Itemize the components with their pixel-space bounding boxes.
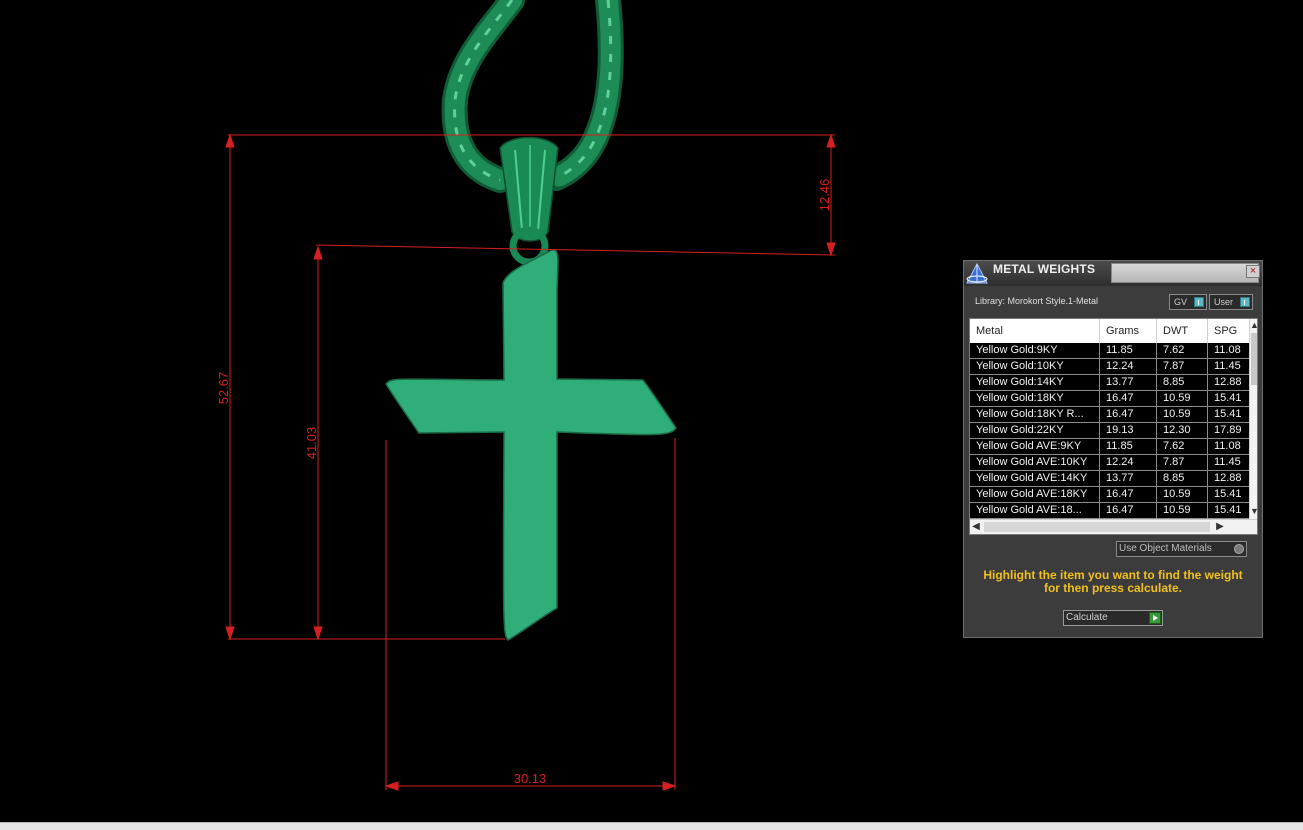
spg-cell: 15.41: [1214, 488, 1242, 500]
grams-cell: 12.24: [1100, 455, 1157, 470]
metal-cell: Yellow Gold AVE:9KY: [970, 439, 1100, 454]
table-header: Metal Grams DWT SPG: [970, 319, 1257, 343]
metal-cell: Yellow Gold:22KY: [970, 423, 1100, 438]
use-object-materials-label: Use Object Materials: [1119, 543, 1212, 554]
spg-cell: 11.45: [1214, 456, 1241, 468]
column-header-metal[interactable]: Metal: [970, 319, 1100, 343]
table-row[interactable]: Yellow Gold AVE:14KY 13.77 8.85 12.88: [970, 471, 1249, 487]
vertical-scroll-thumb[interactable]: [1251, 333, 1257, 385]
toggle-knob-icon: [1240, 297, 1250, 307]
table-row[interactable]: Yellow Gold:18KY R... 16.47 10.59 15.41: [970, 407, 1249, 423]
spg-cell: 15.41: [1214, 504, 1242, 516]
gv-toggle-label: GV: [1174, 297, 1188, 307]
horizontal-scrollbar[interactable]: ◀ ▶: [970, 519, 1257, 534]
metal-cell: Yellow Gold AVE:10KY: [970, 455, 1100, 470]
grams-cell: 12.24: [1100, 359, 1157, 374]
table-body: Yellow Gold:9KY 11.85 7.62 11.08 Yellow Gold…: [970, 343, 1249, 519]
bail: [499, 136, 559, 266]
metal-cell: Yellow Gold:9KY: [970, 343, 1100, 358]
dwt-cell: 12.30: [1157, 423, 1208, 438]
dwt-cell: 10.59: [1157, 391, 1208, 406]
dwt-cell: 8.85: [1157, 471, 1208, 486]
toggle-knob-icon: [1194, 297, 1204, 307]
spg-cell: 17.89: [1214, 424, 1242, 436]
user-toggle-label: User: [1214, 297, 1234, 307]
table-row[interactable]: Yellow Gold:14KY 13.77 8.85 12.88: [970, 375, 1249, 391]
metal-cell: Yellow Gold:18KY R...: [970, 407, 1100, 422]
dwt-cell: 10.59: [1157, 487, 1208, 502]
grams-cell: 16.47: [1100, 391, 1157, 406]
table-row[interactable]: Yellow Gold:10KY 12.24 7.87 11.45: [970, 359, 1249, 375]
dim-label-bail-height: 12.46: [817, 179, 832, 212]
table-row[interactable]: Yellow Gold:22KY 19.13 12.30 17.89: [970, 423, 1249, 439]
pendant-scene: 52.67 41.03 12.46 30.13: [216, 0, 836, 791]
grams-cell: 19.13: [1100, 423, 1157, 438]
spg-cell: 15.41: [1214, 392, 1242, 404]
dwt-cell: 7.62: [1157, 439, 1208, 454]
table-row[interactable]: Yellow Gold:9KY 11.85 7.62 11.08: [970, 343, 1249, 359]
calculate-button[interactable]: Calculate: [1063, 610, 1163, 626]
dim-label-cross-height: 41.03: [304, 427, 319, 460]
dwt-cell: 8.85: [1157, 375, 1208, 390]
dwt-cell: 7.87: [1157, 359, 1208, 374]
spg-cell: 12.88: [1214, 376, 1242, 388]
metal-table: Metal Grams DWT SPG Yellow Gold:9KY 11.85…: [969, 318, 1258, 535]
matrix-logo-icon: [966, 262, 988, 284]
dwt-cell: 10.59: [1157, 503, 1208, 518]
scroll-right-icon[interactable]: ▶: [1214, 520, 1226, 534]
dim-label-width: 30.13: [514, 771, 547, 786]
dwt-cell: 7.62: [1157, 343, 1208, 358]
spg-cell: 15.41: [1214, 408, 1242, 420]
dwt-cell: 10.59: [1157, 407, 1208, 422]
spg-cell: 11.08: [1214, 344, 1241, 356]
play-icon: [1149, 612, 1161, 624]
grams-cell: 16.47: [1100, 503, 1157, 518]
table-row[interactable]: Yellow Gold AVE:10KY 12.24 7.87 11.45: [970, 455, 1249, 471]
table-row[interactable]: Yellow Gold AVE:18... 16.47 10.59 15.41: [970, 503, 1249, 519]
spg-cell: 11.45: [1214, 360, 1241, 372]
spg-cell: 11.08: [1214, 440, 1241, 452]
scroll-left-icon[interactable]: ◀: [970, 520, 982, 534]
titlebar-drag-area[interactable]: [1111, 263, 1259, 283]
panel-titlebar[interactable]: METAL WEIGHTS ×: [964, 261, 1262, 286]
table-row[interactable]: Yellow Gold AVE:9KY 11.85 7.62 11.08: [970, 439, 1249, 455]
grams-cell: 11.85: [1100, 343, 1157, 358]
table-row[interactable]: Yellow Gold:18KY 16.47 10.59 15.41: [970, 391, 1249, 407]
column-header-dwt[interactable]: DWT: [1157, 319, 1208, 343]
table-row[interactable]: Yellow Gold AVE:18KY 16.47 10.59 15.41: [970, 487, 1249, 503]
metal-cell: Yellow Gold:18KY: [970, 391, 1100, 406]
instruction-text: Highlight the item you want to find the …: [983, 568, 1243, 595]
metal-cell: Yellow Gold:10KY: [970, 359, 1100, 374]
horizontal-scroll-thumb[interactable]: [984, 522, 1210, 532]
grams-cell: 13.77: [1100, 375, 1157, 390]
calculate-label: Calculate: [1066, 612, 1108, 623]
column-header-spg[interactable]: SPG: [1208, 319, 1249, 343]
spg-cell: 12.88: [1214, 472, 1242, 484]
close-button[interactable]: ×: [1246, 265, 1260, 278]
use-object-materials-toggle[interactable]: Use Object Materials: [1116, 541, 1247, 557]
metal-cell: Yellow Gold AVE:14KY: [970, 471, 1100, 486]
metal-cell: Yellow Gold:14KY: [970, 375, 1100, 390]
column-header-grams[interactable]: Grams: [1100, 319, 1157, 343]
metal-weights-panel: METAL WEIGHTS × Library: Morokort Style.…: [963, 260, 1263, 638]
close-icon: ×: [1249, 265, 1257, 277]
metal-cell: Yellow Gold AVE:18...: [970, 503, 1100, 518]
dwt-cell: 7.87: [1157, 455, 1208, 470]
dim-label-total-height: 52.67: [216, 372, 231, 405]
cross-pendant: [385, 249, 677, 641]
library-label: Library: Morokort Style.1-Metal: [975, 296, 1099, 306]
radio-icon: [1234, 544, 1244, 554]
scroll-up-icon[interactable]: ▲: [1250, 319, 1257, 331]
grams-cell: 11.85: [1100, 439, 1157, 454]
vertical-scrollbar[interactable]: ▲ ▼: [1249, 319, 1257, 519]
scroll-down-icon[interactable]: ▼: [1250, 505, 1257, 517]
grams-cell: 16.47: [1100, 487, 1157, 502]
grams-cell: 16.47: [1100, 407, 1157, 422]
user-toggle[interactable]: User: [1209, 294, 1253, 310]
grams-cell: 13.77: [1100, 471, 1157, 486]
metal-cell: Yellow Gold AVE:18KY: [970, 487, 1100, 502]
panel-title: METAL WEIGHTS: [993, 262, 1096, 276]
gv-toggle[interactable]: GV: [1169, 294, 1207, 310]
